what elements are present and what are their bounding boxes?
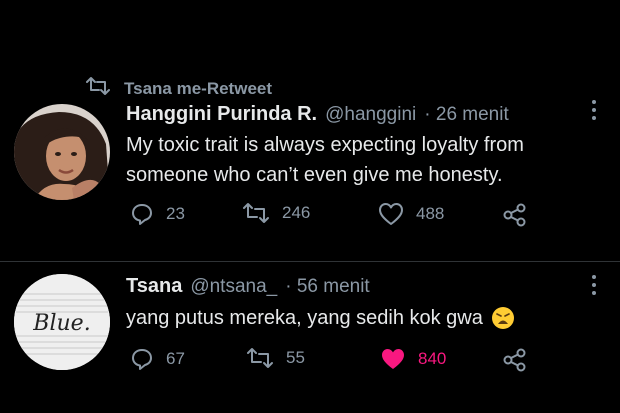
reply-icon [130,347,154,371]
retweet-button[interactable]: 246 [242,202,310,224]
author-name[interactable]: Hanggini Purinda R. [126,103,317,126]
retweet-count: 55 [286,348,305,367]
reply-count: 67 [166,349,185,368]
share-icon [502,202,528,228]
retweet-icon [86,76,110,101]
avatar-hanggini[interactable] [14,104,110,200]
share-button[interactable] [502,347,528,373]
weary-face-emoji [491,306,515,330]
more-icon[interactable] [592,275,596,299]
retweet-button[interactable]: 55 [246,347,305,369]
retweet-context: Tsana me-Retweet [86,76,272,101]
author-name[interactable]: Tsana [126,275,182,298]
tweet-1-header: Hanggini Purinda R. @hanggini · 26 menit [126,103,509,126]
more-icon[interactable] [592,100,596,124]
tweet-text-line: My toxic trait is always expecting loyal… [126,134,524,156]
share-icon [502,347,528,373]
tweet-time[interactable]: · 56 menit [285,276,369,298]
avatar-tsana[interactable]: Blue. [14,274,110,370]
like-icon [380,347,406,371]
like-button[interactable]: 840 [380,347,446,371]
author-handle[interactable]: @ntsana_ [190,276,277,298]
share-button[interactable] [502,202,528,228]
tweet-2-text: yang putus mereka, yang sedih kok gwa [126,303,596,333]
retweet-label[interactable]: Tsana me-Retweet [124,79,272,99]
tweet-divider [0,261,620,262]
reply-count: 23 [166,204,185,223]
like-icon [378,202,404,226]
retweet-count: 246 [282,203,311,222]
like-count: 840 [418,349,447,368]
retweet-icon [242,202,270,224]
reply-button[interactable]: 23 [130,202,185,226]
retweet-icon [246,347,274,369]
like-count: 488 [416,204,445,223]
reply-icon [130,202,154,226]
tweet-2-header: Tsana @ntsana_ · 56 menit [126,275,370,298]
tweet-text: yang putus mereka, yang sedih kok gwa [126,307,483,329]
tweet-text-line: someone who can’t even give me honesty. [126,164,503,186]
reply-button[interactable]: 67 [130,347,185,371]
tweet-time[interactable]: · 26 menit [424,104,508,126]
author-handle[interactable]: @hanggini [325,104,416,126]
tweet-1-actions: 23 246 488 [130,202,550,232]
tweet-2-actions: 67 55 840 [130,347,550,377]
like-button[interactable]: 488 [378,202,444,226]
avatar-text: Blue. [32,311,90,336]
tweet-1-text: My toxic trait is always expecting loyal… [126,130,596,190]
